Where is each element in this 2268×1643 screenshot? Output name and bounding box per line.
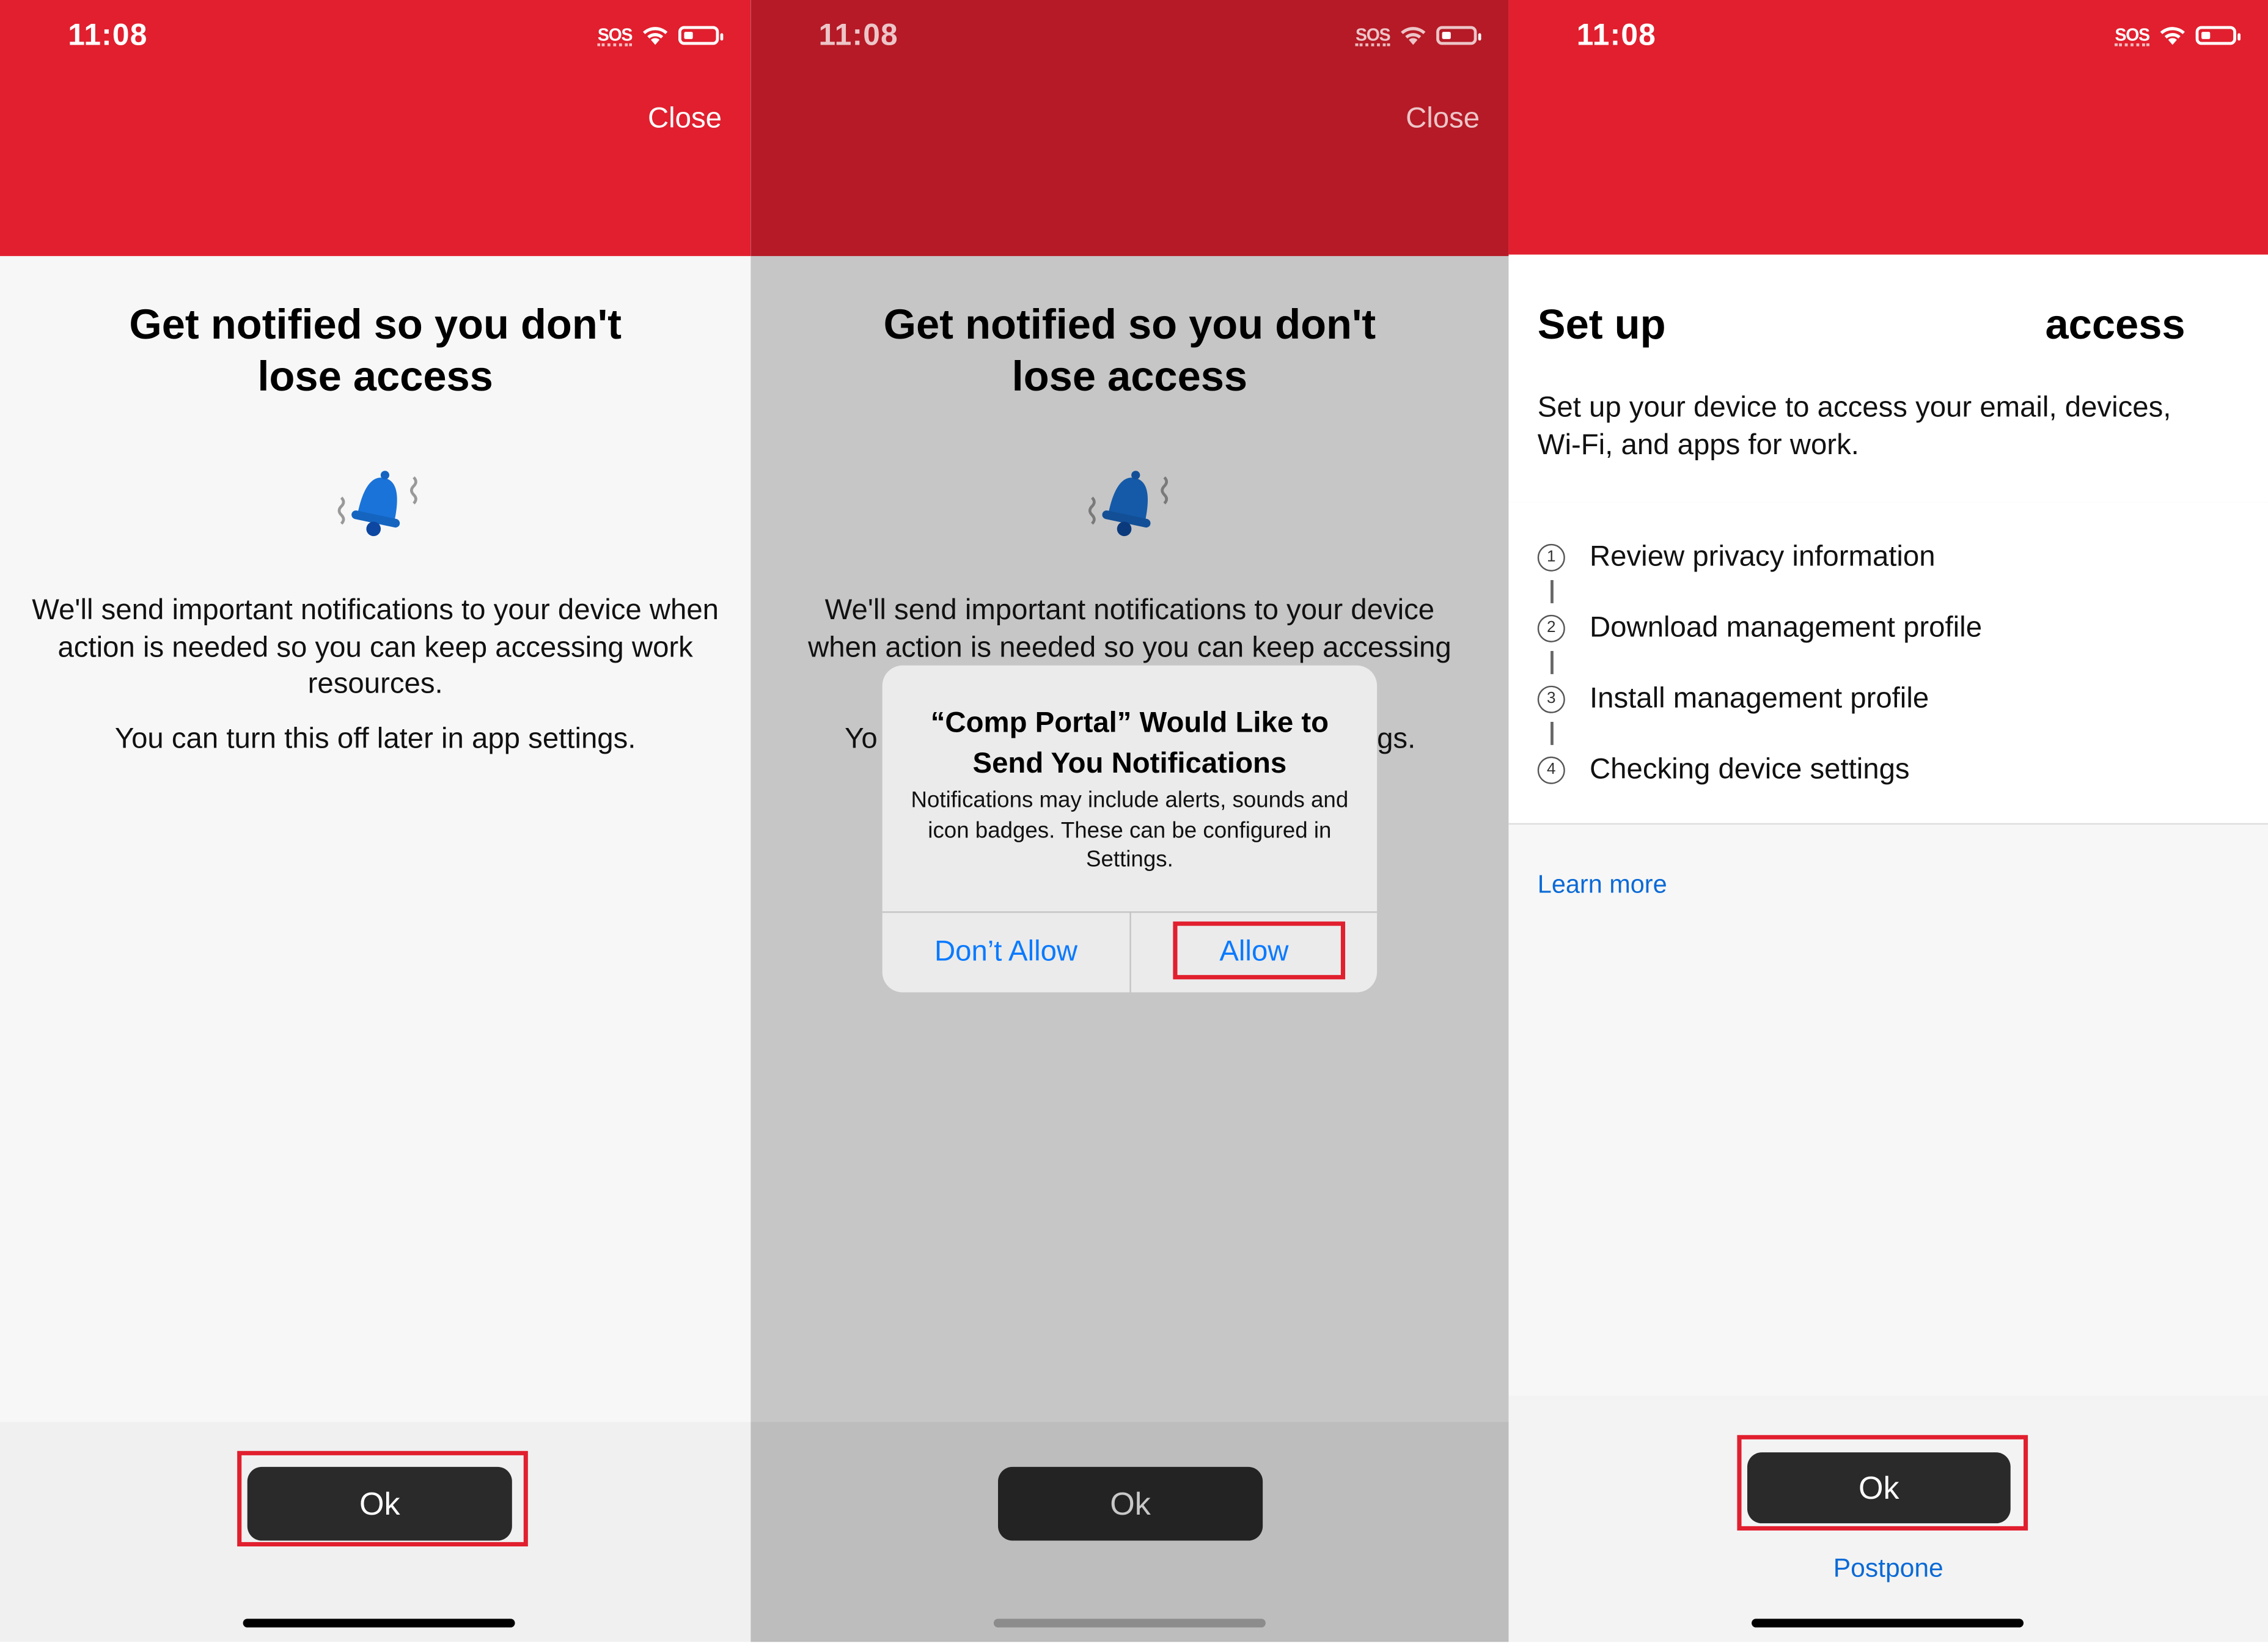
screen-notification-intro: 11:08 SOS Close Get notified so you don'… [0,0,751,1642]
step-connector [1551,721,1554,745]
close-button[interactable]: Close [648,103,722,136]
dialog-title: “Comp Portal” Would Like to Send You Not… [930,707,1329,780]
step-item: 4 Checking device settings [1537,754,1910,787]
status-time: 11:08 [818,18,898,53]
wifi-icon [642,27,668,45]
bell-icon [1088,471,1169,537]
bell-icon [337,471,417,537]
home-indicator [993,1619,1266,1628]
step-label: Download management profile [1590,612,1983,644]
ok-button[interactable]: Ok [998,1466,1263,1541]
page-title-suffix: access [2045,302,2185,349]
status-time: 11:08 [1576,18,1657,53]
step-connector [1551,651,1554,674]
body-line-2: when action is needed so you can keep ac… [808,631,1451,664]
body-text: We'll send important notifications to yo… [774,593,1485,667]
dialog-message: Notifications may include alerts, sounds… [911,788,1349,873]
page-title: Get notified so you don't lose access [750,300,1508,403]
ok-button-highlight [1737,1435,2028,1531]
close-button[interactable]: Close [1406,103,1480,136]
battery-icon [678,26,724,45]
step-number-icon: 2 [1537,614,1565,642]
app-header: 11:08 SOS [1508,0,2268,255]
body-line-1: We'll send important notifications to yo… [824,594,1435,627]
status-time: 11:08 [68,18,148,53]
setup-intro-section [1508,254,2268,504]
status-bar-icons: SOS [2115,24,2241,46]
app-header: 11:08 SOS Close [0,0,751,256]
page-title: Set up [1537,302,1666,349]
learn-more-link[interactable]: Learn more [1538,869,1667,900]
step-item: 2 Download management profile [1537,612,1983,645]
battery-icon [1436,26,1481,45]
step-number-icon: 3 [1537,685,1565,713]
allow-button-highlight [1173,921,1346,980]
page-title-line-1: Get notified so you don't [129,302,622,349]
ok-button-highlight [237,1450,528,1547]
step-connector [1551,580,1554,603]
wifi-icon [2160,27,2185,45]
battery-icon [2195,26,2241,45]
step-number-icon: 4 [1537,756,1565,784]
step-item: 1 Review privacy information [1537,541,1936,574]
setup-steps-list: 1 Review privacy information 2 Download … [1508,502,2268,825]
home-indicator [1752,1619,2024,1628]
sos-indicator: SOS [2115,25,2150,46]
home-indicator [243,1619,515,1628]
status-bar-icons: SOS [1355,24,1481,46]
status-bar-icons: SOS [597,24,724,46]
body-paragraph-1: We'll send important notifications to yo… [32,594,719,700]
step-number-icon: 1 [1537,543,1565,572]
body-paragraph-2: You can turn this off later in app setti… [114,722,636,755]
step-label: Install management profile [1590,683,1929,715]
screen-setup-access: 11:08 SOS Set up access Set up your devi… [1508,0,2268,1642]
body-text: We'll send important notifications to yo… [23,593,728,775]
step-label: Checking device settings [1590,754,1910,786]
step-label: Review privacy information [1590,541,1936,573]
page-title-line-2: lose access [1011,354,1248,401]
setup-description: Set up your device to access your email,… [1537,392,2171,461]
step-item: 3 Install management profile [1537,683,1929,716]
sos-indicator: SOS [597,25,633,46]
screen-notification-permission-alert: 11:08 SOS Close Get notified so you don'… [750,0,1509,1642]
page-title-line-1: Get notified so you don't [883,302,1376,349]
body-fragment-right: gs. [1377,723,1416,755]
page-title-line-2: lose access [257,354,493,401]
postpone-link[interactable]: Postpone [1508,1554,2268,1584]
sos-indicator: SOS [1355,25,1391,46]
body-fragment-left: Yo [845,723,878,755]
app-header-dimmed: 11:08 SOS Close [750,0,1509,256]
wifi-icon [1401,27,1426,45]
page-title: Get notified so you don't lose access [0,300,750,403]
dont-allow-button[interactable]: Don’t Allow [883,913,1130,992]
